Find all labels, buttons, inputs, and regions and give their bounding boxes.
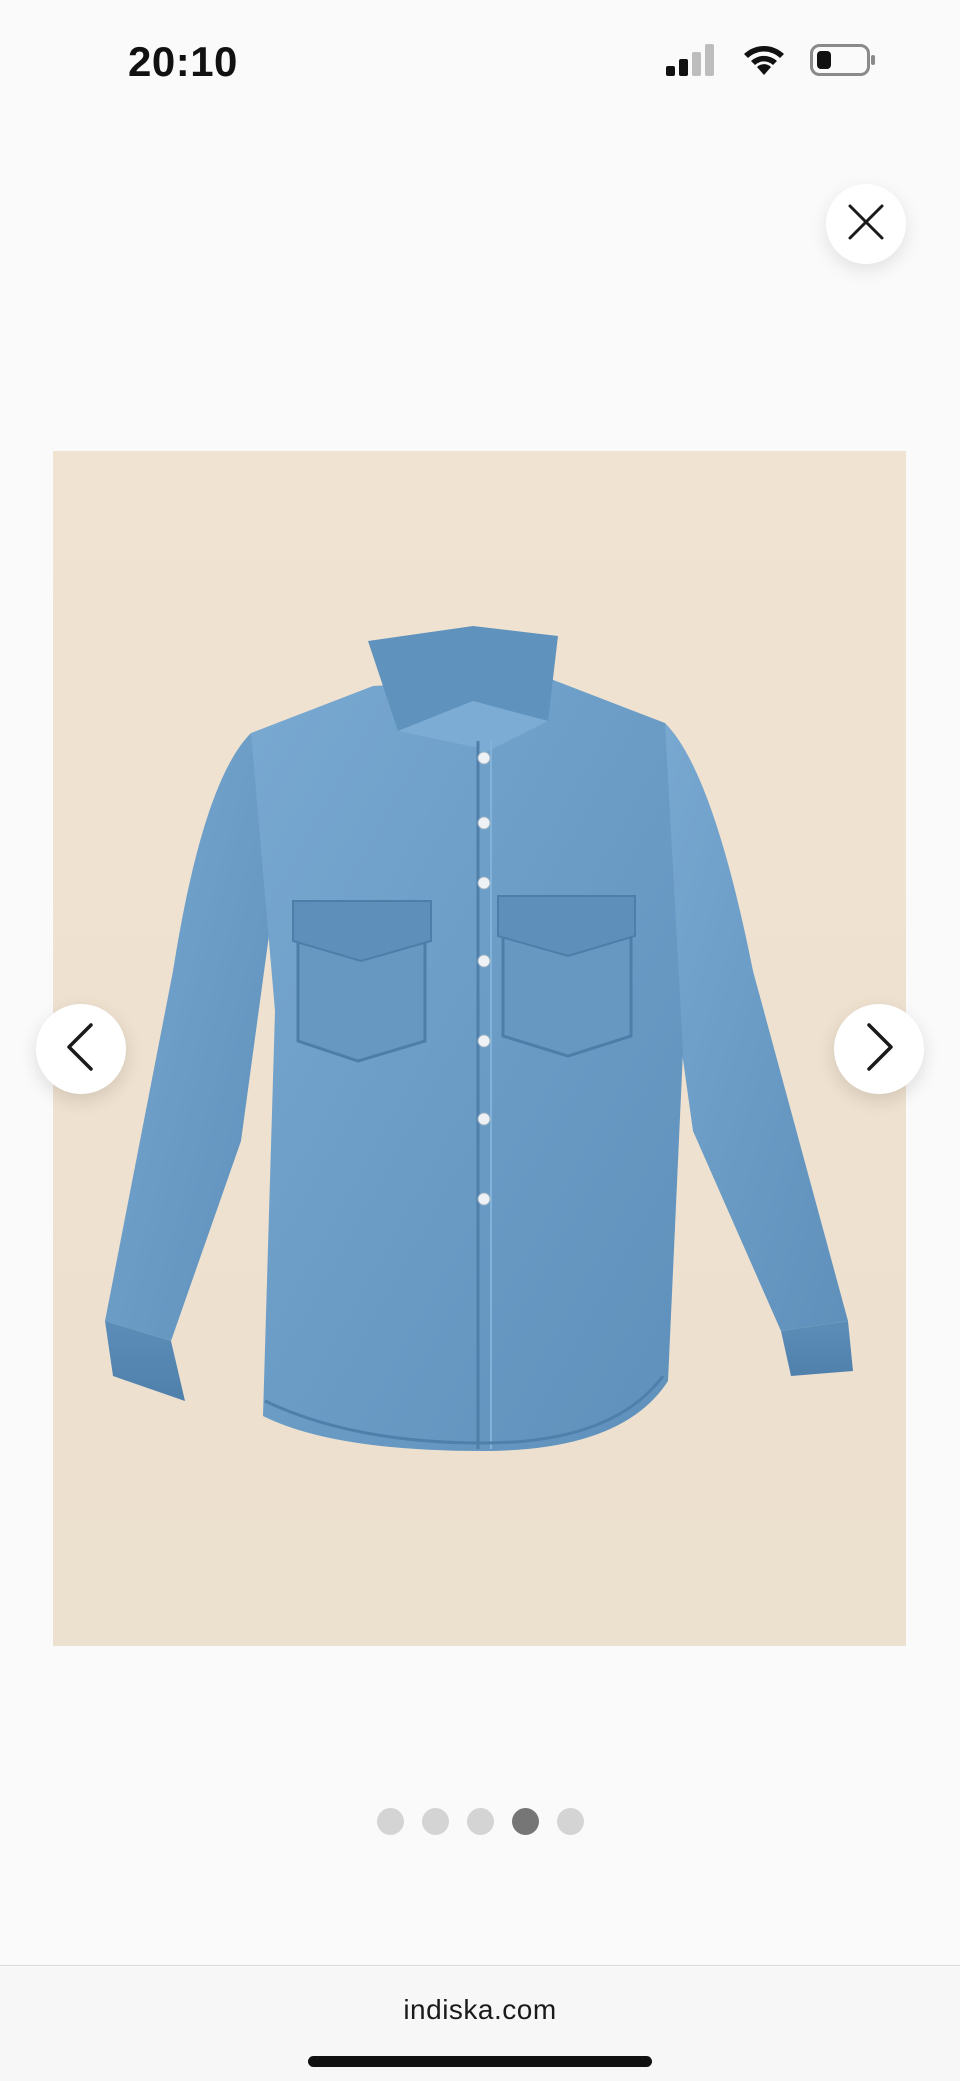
product-image-viewer-screen: 20:10 indiska.com — [0, 0, 960, 2081]
pagination-dot[interactable] — [466, 1808, 494, 1835]
browser-address-bar[interactable]: indiska.com — [0, 1965, 960, 2081]
denim-shirt-illustration — [105, 626, 853, 1451]
chevron-right-icon — [861, 1022, 897, 1077]
previous-image-button[interactable] — [36, 1004, 126, 1094]
pagination-dot[interactable] — [421, 1808, 449, 1835]
close-button[interactable] — [826, 184, 906, 264]
pagination-dot[interactable] — [556, 1808, 584, 1835]
status-time: 20:10 — [128, 38, 238, 85]
next-image-button[interactable] — [834, 1004, 924, 1094]
battery-low-icon — [810, 44, 876, 81]
home-indicator — [308, 2056, 652, 2067]
close-icon — [847, 203, 885, 246]
image-pagination — [0, 1808, 960, 1835]
chevron-left-icon — [63, 1022, 99, 1077]
status-bar: 20:10 — [0, 0, 960, 130]
status-icons — [666, 44, 876, 81]
product-image[interactable] — [53, 451, 906, 1646]
pagination-dot-active[interactable] — [511, 1808, 539, 1835]
wifi-icon — [742, 44, 786, 81]
url-text[interactable]: indiska.com — [0, 1994, 960, 2026]
pagination-dot[interactable] — [376, 1808, 404, 1835]
cellular-signal-icon — [666, 44, 718, 81]
